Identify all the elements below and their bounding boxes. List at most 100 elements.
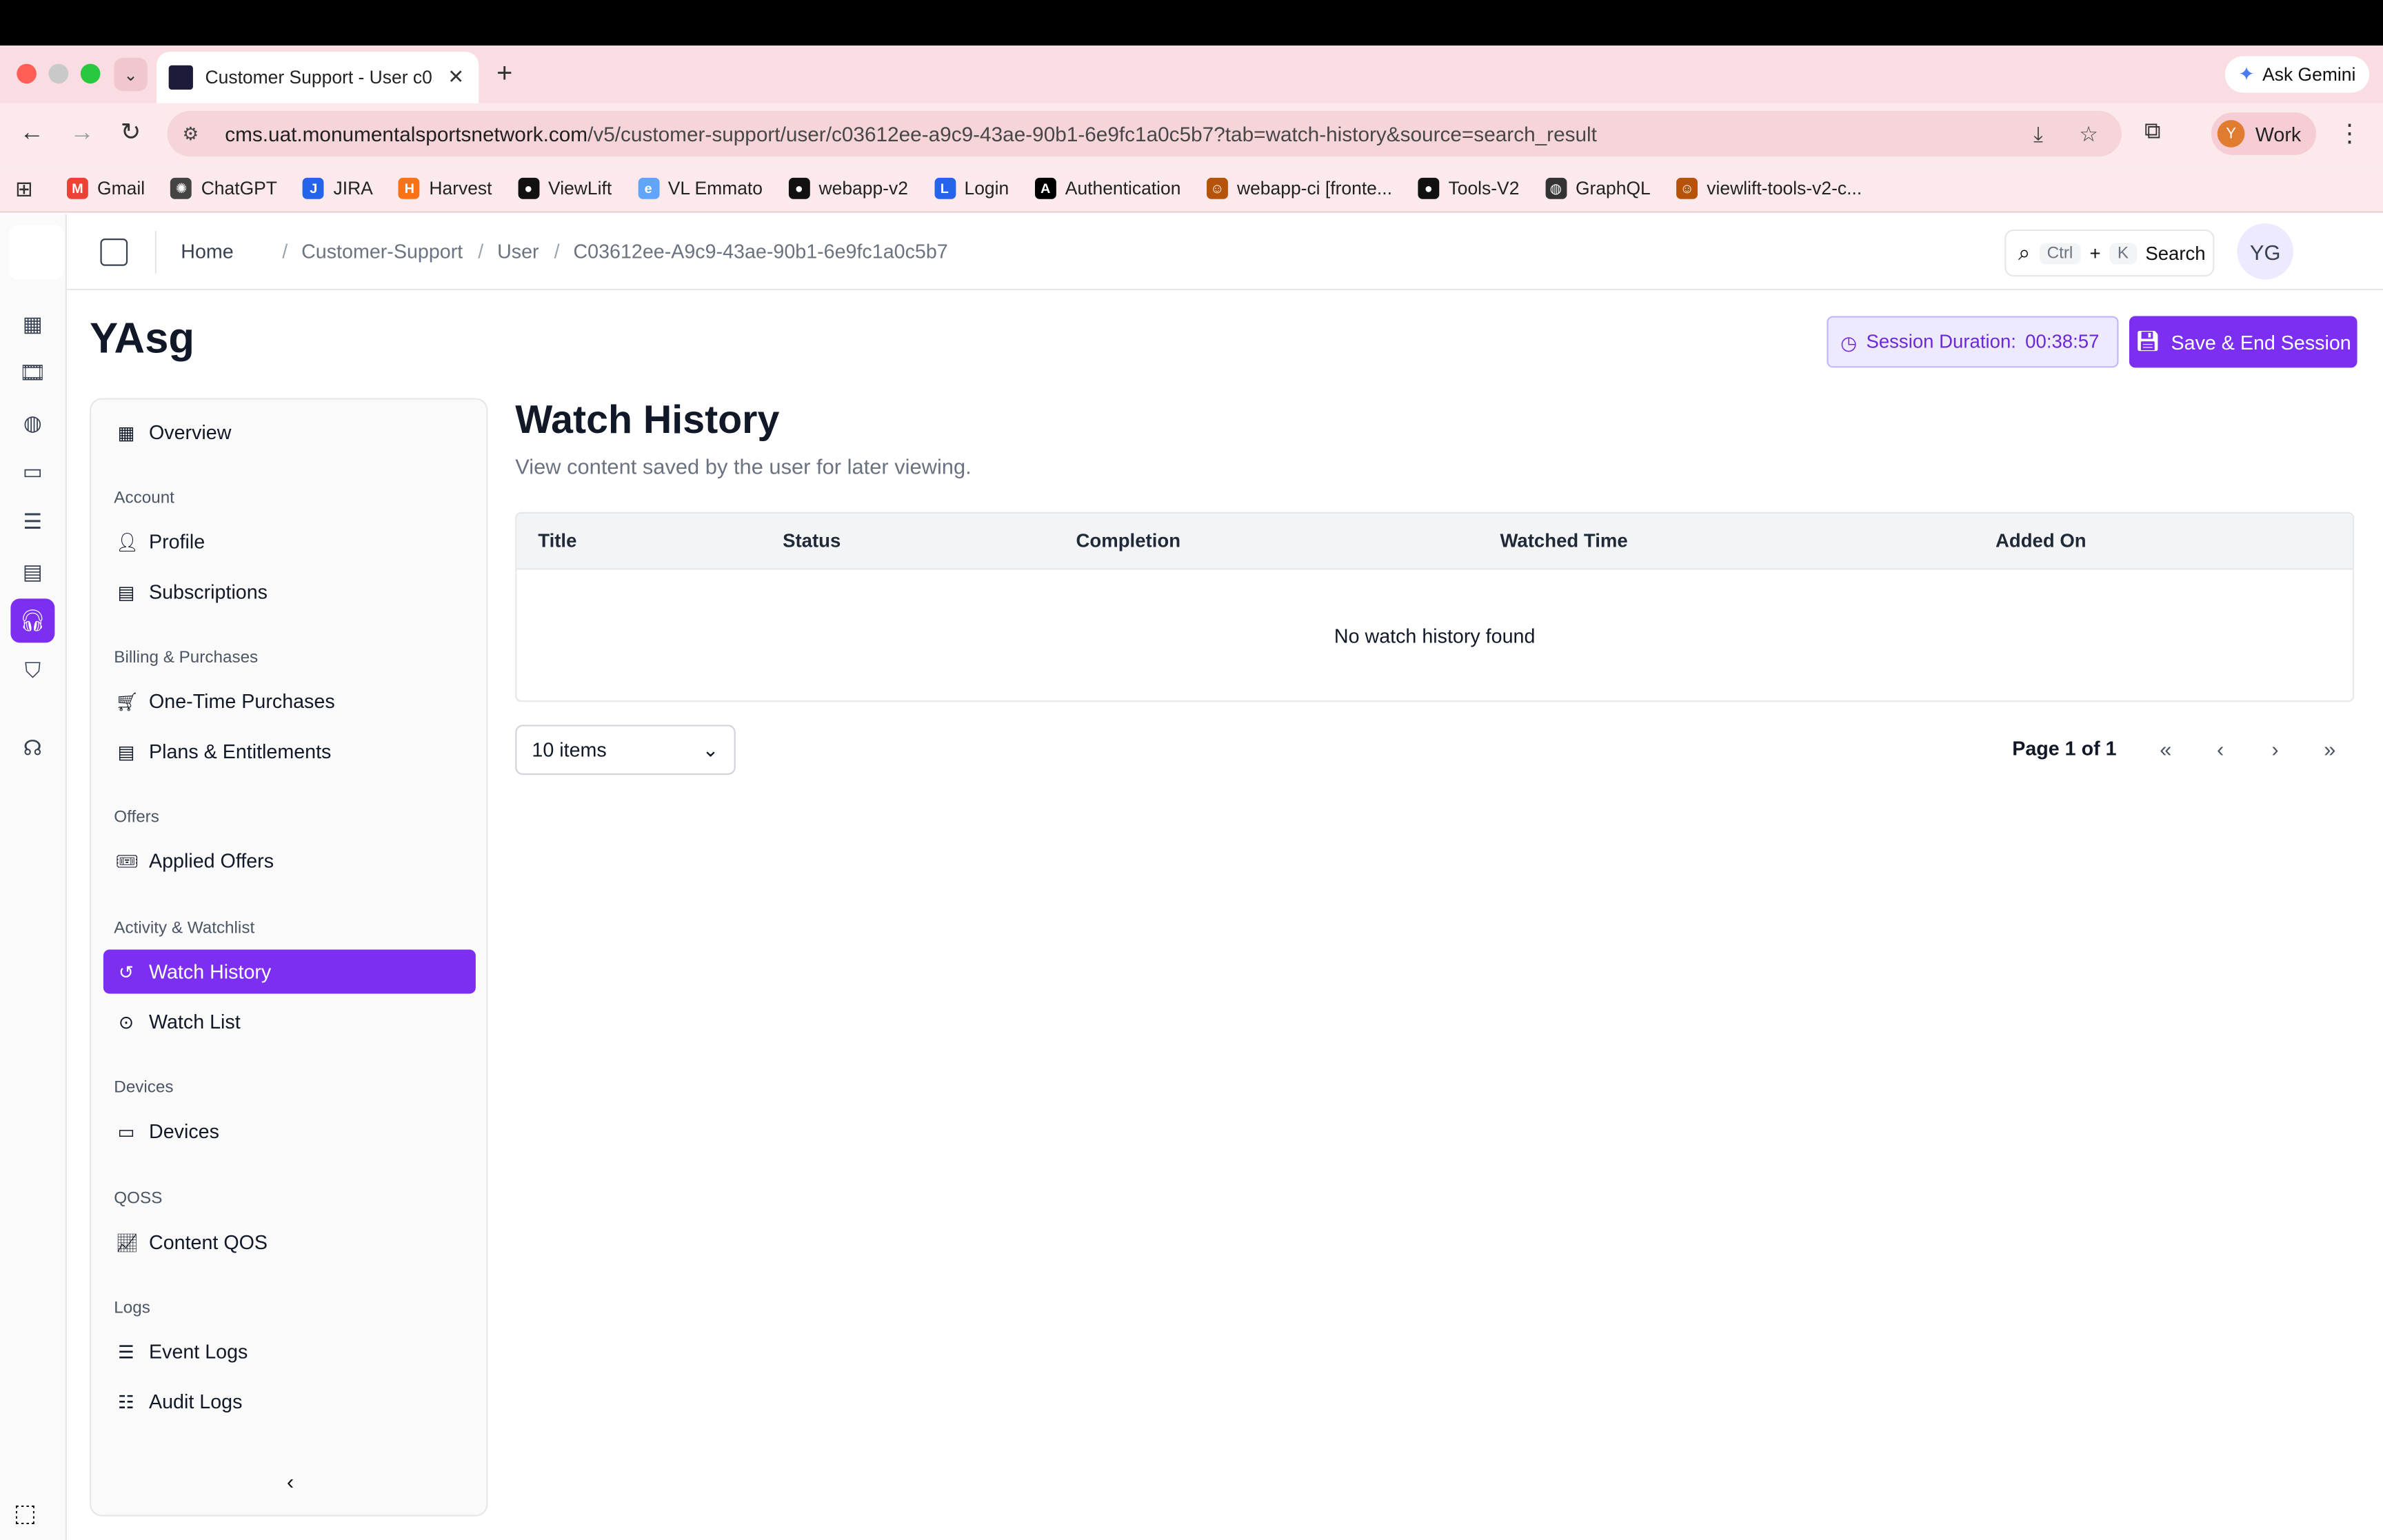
nav-item-label: Content QOS bbox=[149, 1230, 268, 1254]
nav-section-devices: Devices bbox=[114, 1078, 174, 1097]
bookmark-item[interactable]: H Harvest bbox=[399, 177, 492, 199]
url-path: /v5/customer-support/user/c03612ee-a9c9-… bbox=[587, 122, 1597, 145]
chevron-down-icon: ⌄ bbox=[702, 738, 719, 761]
bookmark-item[interactable]: e VL Emmato bbox=[637, 177, 763, 199]
dashboard-grid-icon[interactable]: ▦ bbox=[10, 303, 54, 347]
user-avatar[interactable]: YG bbox=[2237, 223, 2293, 280]
extensions-puzzle-icon[interactable]: ⧉ bbox=[2144, 119, 2161, 144]
profile-chip[interactable]: Y Work bbox=[2211, 112, 2317, 155]
bookmark-item[interactable]: ☺ webapp-ci [fronte... bbox=[1206, 177, 1392, 199]
bookmark-favicon-icon: e bbox=[637, 177, 659, 199]
breadcrumb-user[interactable]: User bbox=[497, 240, 539, 263]
bookmark-item[interactable]: ● ViewLift bbox=[517, 177, 612, 199]
nav-item-devices[interactable]: ▭ Devices bbox=[103, 1109, 476, 1153]
nav-item-one-time-purchases[interactable]: 🛒︎ One-Time Purchases bbox=[103, 679, 476, 723]
bookmark-item[interactable]: ● webapp-v2 bbox=[788, 177, 908, 199]
chrome-menu-kebab-icon[interactable]: ⋮ bbox=[2337, 119, 2362, 149]
column-header-status[interactable]: Status bbox=[783, 530, 841, 551]
breadcrumb-home[interactable]: Home bbox=[181, 240, 233, 263]
close-tab-icon[interactable]: ✕ bbox=[445, 65, 467, 90]
nav-section-logs: Logs bbox=[114, 1299, 150, 1317]
back-arrow-icon[interactable]: ← bbox=[17, 119, 47, 149]
first-page-icon[interactable]: « bbox=[2147, 731, 2184, 767]
url-text[interactable]: cms.uat.monumentalsportsnetwork.com/v5/c… bbox=[225, 122, 1597, 145]
nav-item-label: Applied Offers bbox=[149, 849, 274, 873]
bookmark-item[interactable]: M Gmail bbox=[66, 177, 145, 199]
bookmark-item[interactable]: ◍ GraphQL bbox=[1545, 177, 1651, 199]
close-window-button[interactable] bbox=[17, 63, 37, 84]
save-end-session-button[interactable]: 💾︎ Save & End Session bbox=[2129, 316, 2357, 368]
nav-item-label: One-Time Purchases bbox=[149, 689, 335, 713]
tab-favicon bbox=[168, 65, 193, 90]
nav-item-audit-logs[interactable]: ☷ Audit Logs bbox=[103, 1379, 476, 1424]
nav-item-content-qos[interactable]: 📈︎ Content QOS bbox=[103, 1220, 476, 1264]
forward-arrow-icon[interactable]: → bbox=[67, 119, 97, 149]
bookmark-item[interactable]: A Authentication bbox=[1034, 177, 1180, 199]
bookmark-item[interactable]: ☺ viewlift-tools-v2-c... bbox=[1676, 177, 1862, 199]
nav-item-applied-offers[interactable]: 🎟︎ Applied Offers bbox=[103, 839, 476, 883]
cart-icon: 🛒︎ bbox=[115, 690, 139, 712]
film-icon[interactable]: 🎞 bbox=[10, 351, 54, 395]
save-end-label: Save & End Session bbox=[2171, 330, 2351, 354]
apps-grid-icon[interactable]: ⊞ bbox=[15, 176, 39, 201]
app-logo[interactable] bbox=[9, 225, 64, 280]
shield-icon[interactable]: ⛉ bbox=[10, 649, 54, 693]
bookmark-favicon-icon: ☺ bbox=[1206, 177, 1228, 199]
reload-icon[interactable]: ↻ bbox=[116, 119, 146, 149]
maximize-window-button[interactable] bbox=[80, 63, 101, 84]
previous-page-icon[interactable]: ‹ bbox=[2202, 731, 2239, 767]
monitor-icon: ▭ bbox=[117, 1120, 135, 1142]
browser-tab-active[interactable]: Customer Support - User c03 ✕ bbox=[157, 51, 479, 103]
save-disk-icon: 💾︎ bbox=[2135, 330, 2161, 353]
nav-item-plans-entitlements[interactable]: ▤ Plans & Entitlements bbox=[103, 729, 476, 773]
layout-icon[interactable]: ▤ bbox=[10, 550, 54, 594]
bookmark-label: webapp-ci [fronte... bbox=[1236, 177, 1392, 199]
column-header-watched-time[interactable]: Watched Time bbox=[1500, 530, 1627, 551]
bookmark-item[interactable]: ● Tools-V2 bbox=[1418, 177, 1519, 199]
inspect-cursor-icon[interactable]: ⬚ bbox=[14, 1498, 47, 1531]
last-page-icon[interactable]: » bbox=[2311, 731, 2348, 767]
column-header-title[interactable]: Title bbox=[538, 530, 576, 551]
nav-item-watch-history[interactable]: ↺ Watch History bbox=[103, 949, 476, 994]
page-size-select[interactable]: 10 items ⌄ bbox=[515, 725, 736, 776]
next-page-icon[interactable]: › bbox=[2257, 731, 2293, 767]
sidebar-toggle-icon[interactable] bbox=[100, 237, 128, 265]
install-app-icon[interactable]: ⤓ bbox=[2033, 121, 2043, 147]
site-info-icon[interactable]: ⚙ bbox=[182, 123, 210, 145]
bookmark-item[interactable]: J JIRA bbox=[303, 177, 373, 199]
breadcrumb-customer-support[interactable]: Customer-Support bbox=[301, 240, 463, 263]
tab-search-chevron-icon[interactable]: ⌄ bbox=[114, 57, 148, 92]
bookmark-item[interactable]: L Login bbox=[934, 177, 1009, 199]
nav-item-subscriptions[interactable]: ▤ Subscriptions bbox=[103, 570, 476, 614]
bookmarks-bar: ⊞ M Gmail ✺ ChatGPT J JIRA H Harvest ● ViewLift e V… bbox=[0, 165, 2383, 213]
headphones-icon[interactable]: 🎧︎ bbox=[10, 598, 55, 643]
nav-item-label: Profile bbox=[149, 530, 205, 554]
receipt-icon: ▤ bbox=[117, 581, 135, 602]
page-subtitle: View content saved by the user for later… bbox=[515, 454, 972, 479]
new-tab-plus-icon[interactable]: + bbox=[490, 58, 520, 90]
sliders-icon[interactable]: ☰ bbox=[10, 500, 54, 544]
column-header-added-on[interactable]: Added On bbox=[1995, 530, 2087, 551]
support-headset-icon[interactable]: ☊ bbox=[10, 727, 54, 771]
user-icon: 👤︎ bbox=[115, 531, 139, 553]
ask-gemini-button[interactable]: ✦ Ask Gemini bbox=[2224, 56, 2370, 93]
wallet-icon[interactable]: ▭ bbox=[10, 449, 54, 494]
column-header-completion[interactable]: Completion bbox=[1076, 530, 1181, 551]
nav-item-watch-list[interactable]: ⊙ Watch List bbox=[103, 1000, 476, 1044]
globe-icon[interactable]: ◍ bbox=[10, 401, 54, 445]
page-title: Watch History bbox=[515, 396, 780, 443]
global-search-button[interactable]: ⌕ Ctrl + K Search bbox=[2004, 229, 2215, 277]
breadcrumb-separator: / bbox=[478, 240, 484, 263]
bookmark-favicon-icon: M bbox=[66, 177, 88, 199]
nav-item-profile[interactable]: 👤︎ Profile bbox=[103, 520, 476, 564]
bookmark-item[interactable]: ✺ ChatGPT bbox=[170, 177, 277, 199]
search-label: Search bbox=[2145, 242, 2206, 264]
minimize-window-button[interactable] bbox=[48, 63, 69, 84]
collapse-chevron-left-icon[interactable]: ‹ bbox=[280, 1469, 301, 1493]
nav-section-account: Account bbox=[114, 489, 174, 508]
browser-toolbar: ← → ↻ ⚙ cms.uat.monumentalsportsnetwork.… bbox=[0, 103, 2383, 166]
nav-item-event-logs[interactable]: ☰ Event Logs bbox=[103, 1330, 476, 1374]
nav-item-overview[interactable]: ▦ Overview bbox=[103, 410, 476, 454]
address-bar[interactable]: ⚙ cms.uat.monumentalsportsnetwork.com/v5… bbox=[167, 110, 2122, 157]
bookmark-star-icon[interactable]: ☆ bbox=[2079, 121, 2098, 147]
